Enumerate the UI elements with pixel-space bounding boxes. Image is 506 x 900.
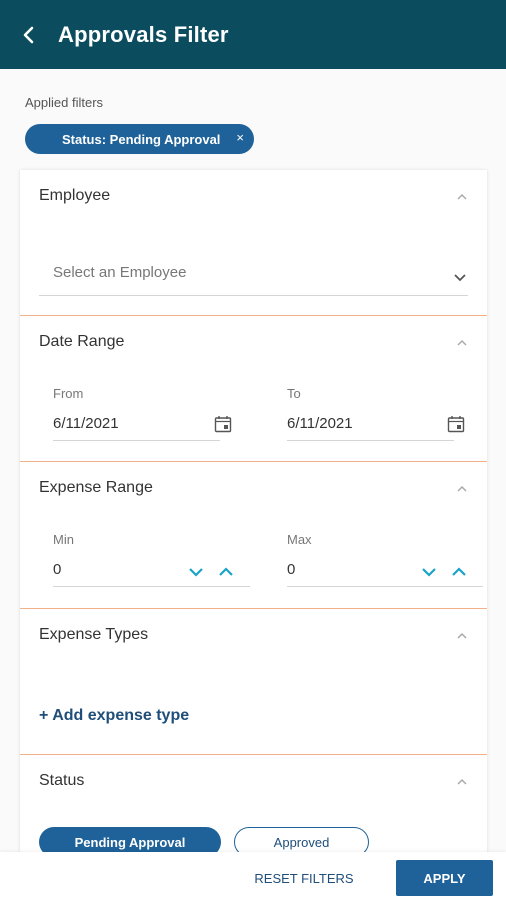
section-title-employee: Employee	[39, 187, 111, 204]
employee-underline	[39, 295, 468, 296]
min-label: Min	[53, 532, 74, 547]
calendar-icon[interactable]	[447, 415, 465, 433]
add-expense-type-link[interactable]: + Add expense type	[39, 707, 189, 725]
chevron-left-icon	[23, 26, 34, 43]
chevron-down-icon[interactable]	[421, 566, 437, 578]
chip-label: Status: Pending Approval	[62, 131, 221, 147]
section-date-range: Date Range From 6/11/2021 To 6/11/2021	[20, 316, 487, 462]
filter-content[interactable]: Applied filters Status: Pending Approval…	[0, 69, 506, 852]
calendar-icon[interactable]	[214, 415, 232, 433]
max-label: Max	[287, 532, 312, 547]
max-underline	[287, 586, 483, 587]
chevron-up-icon[interactable]	[455, 336, 469, 350]
section-title-expense-range: Expense Range	[39, 479, 153, 496]
section-employee: Employee Select an Employee	[20, 170, 487, 316]
chevron-up-icon[interactable]	[218, 566, 234, 578]
chevron-down-icon[interactable]	[453, 272, 467, 284]
section-title-status: Status	[39, 772, 85, 789]
apply-button[interactable]: APPLY	[396, 860, 493, 896]
chevron-up-icon[interactable]	[455, 629, 469, 643]
chevron-up-icon[interactable]	[455, 190, 469, 204]
section-title-expense-types: Expense Types	[39, 626, 149, 643]
chevron-up-icon[interactable]	[455, 775, 469, 789]
from-underline	[53, 440, 220, 441]
page-title: Approvals Filter	[58, 21, 229, 47]
status-option-pending-approval[interactable]: Pending Approval	[39, 827, 221, 852]
back-button[interactable]	[0, 0, 58, 69]
from-label: From	[53, 386, 84, 401]
chevron-up-icon[interactable]	[451, 566, 467, 578]
min-input[interactable]: 0	[53, 561, 61, 578]
employee-select[interactable]: Select an Employee	[53, 264, 186, 281]
footer-actions: RESET FILTERS APPLY	[0, 852, 506, 900]
max-input[interactable]: 0	[287, 561, 295, 578]
chevron-up-icon[interactable]	[455, 482, 469, 496]
filter-card: Employee Select an Employee Date Range F…	[20, 170, 487, 852]
chip-close-icon[interactable]: ×	[236, 130, 244, 145]
chevron-down-icon[interactable]	[188, 566, 204, 578]
to-underline	[287, 440, 454, 441]
applied-filters-label: Applied filters	[25, 95, 104, 110]
section-expense-types: Expense Types + Add expense type	[20, 609, 487, 755]
reset-filters-button[interactable]: RESET FILTERS	[245, 860, 363, 896]
applied-filter-chip[interactable]: Status: Pending Approval ×	[25, 124, 254, 154]
section-title-date-range: Date Range	[39, 333, 125, 350]
min-underline	[53, 586, 250, 587]
status-option-approved[interactable]: Approved	[234, 827, 369, 852]
to-label: To	[287, 386, 301, 401]
app-header: Approvals Filter	[0, 0, 506, 69]
section-expense-range: Expense Range Min 0 Max 0	[20, 462, 487, 609]
to-date-input[interactable]: 6/11/2021	[287, 415, 353, 432]
from-date-input[interactable]: 6/11/2021	[53, 415, 119, 432]
